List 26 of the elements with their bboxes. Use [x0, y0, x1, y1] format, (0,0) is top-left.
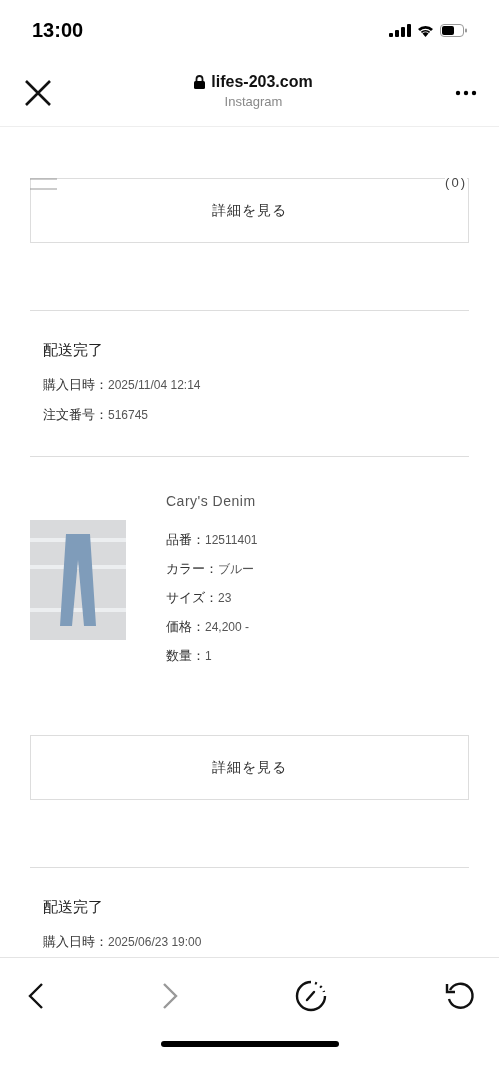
- timer-icon[interactable]: [295, 979, 328, 1012]
- menu-icon: [30, 178, 57, 190]
- site-domain: lifes-203.com: [211, 73, 313, 91]
- order-detail-text: 購入日時：2025/06/23 19:00: [43, 933, 203, 951]
- close-icon[interactable]: [24, 79, 52, 107]
- product-detail-text: 数量：1: [166, 647, 213, 665]
- product-detail-text: サイズ：23: [166, 589, 233, 607]
- lock-icon: [194, 75, 206, 89]
- count-text: (0): [445, 175, 467, 190]
- signal-icon: [389, 23, 411, 37]
- details-button[interactable]: 詳細を見る: [30, 735, 469, 800]
- status-time: 13:00: [32, 18, 84, 42]
- order-status: 配送完了: [43, 341, 104, 360]
- battery-icon: [440, 23, 467, 37]
- order-status: 配送完了: [43, 898, 104, 917]
- order-detail-text: 購入日時：2025/11/04 12:14: [43, 376, 202, 394]
- reload-icon[interactable]: [444, 980, 475, 1011]
- back-icon[interactable]: [28, 981, 44, 1010]
- order-detail-text: 注文番号：516745: [43, 406, 150, 424]
- more-icon[interactable]: [455, 90, 477, 96]
- site-source: Instagram: [224, 94, 283, 109]
- product-detail-text: 品番：12511401: [166, 531, 258, 549]
- product-detail-text: 価格：24,200 -: [166, 618, 251, 636]
- product-name: Cary's Denim: [166, 493, 257, 509]
- product-detail-text: カラー：ブルー: [166, 560, 255, 578]
- wifi-icon: [417, 23, 434, 37]
